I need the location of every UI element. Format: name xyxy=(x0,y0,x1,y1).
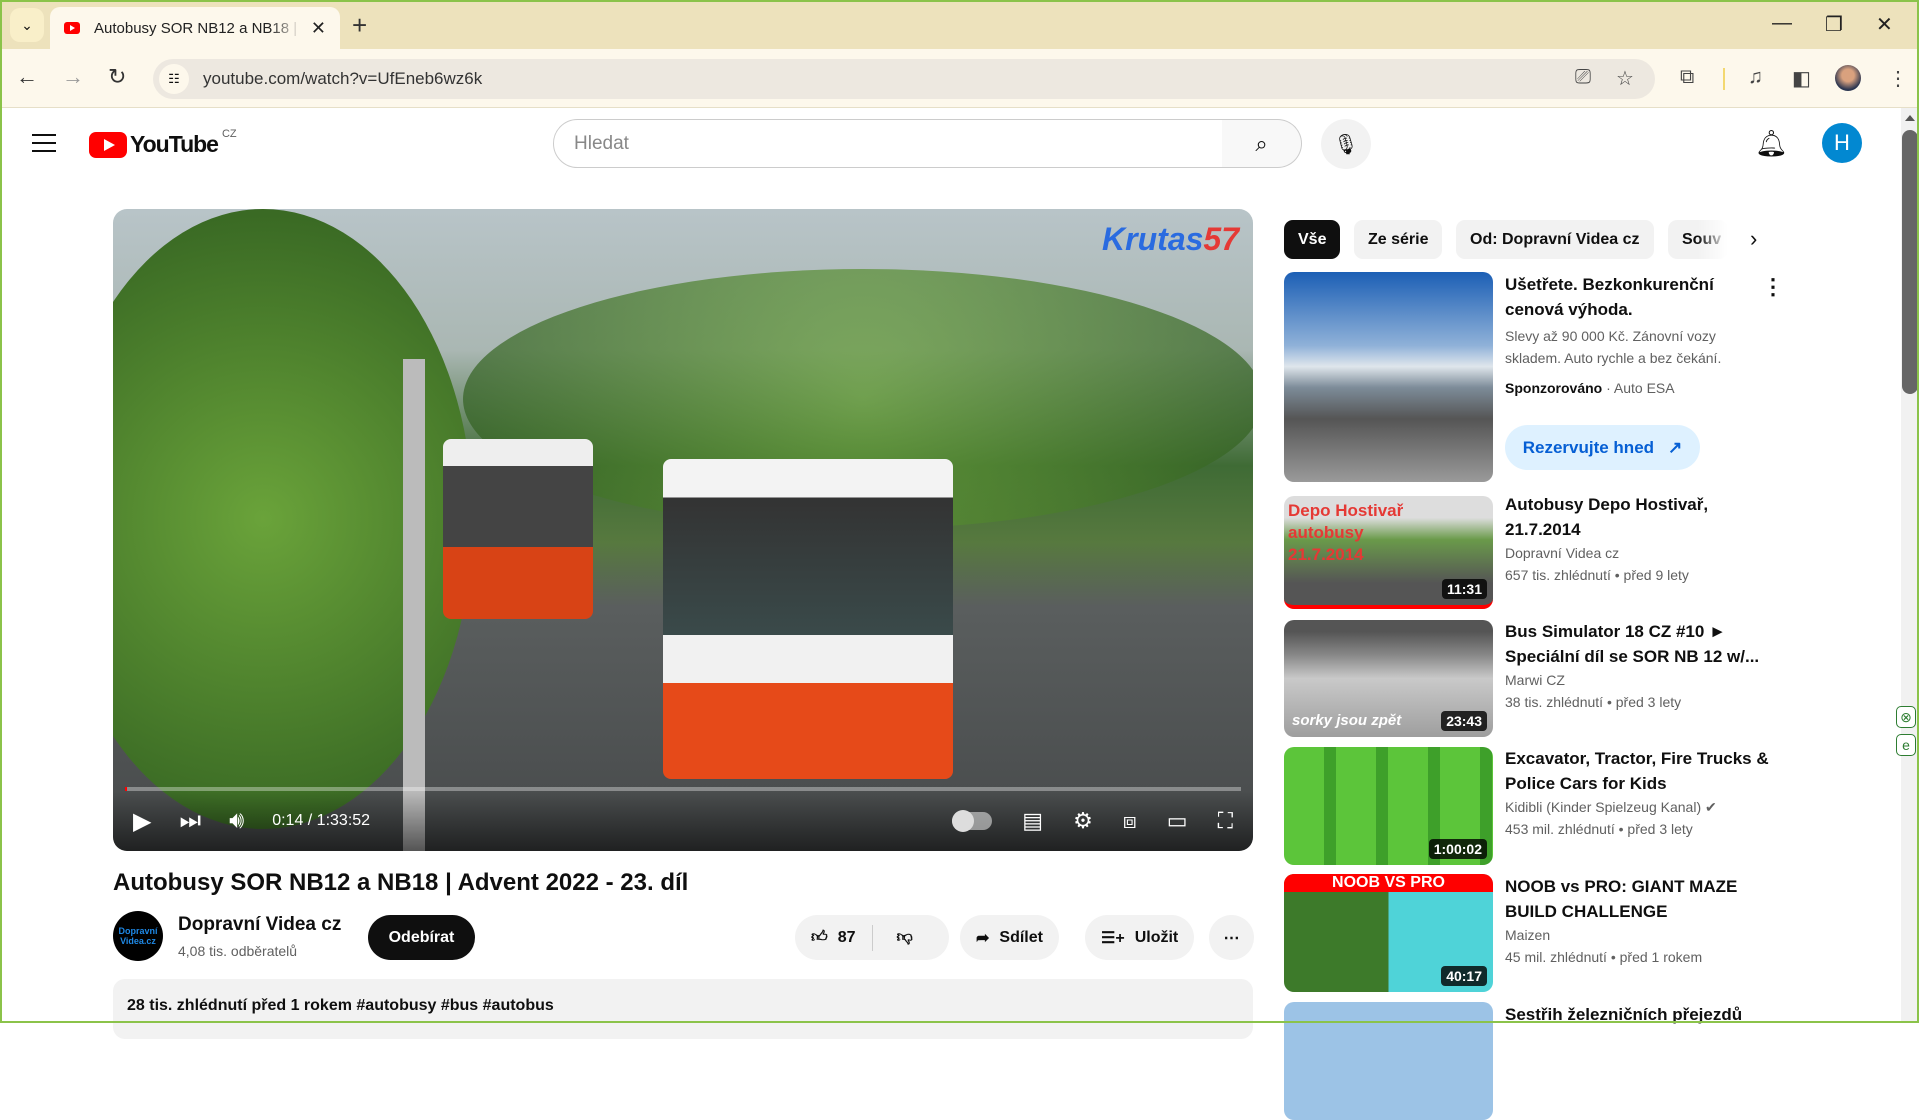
youtube-play-icon xyxy=(89,131,127,158)
thumbs-up-icon: 👍︎ xyxy=(811,929,828,946)
save-button[interactable]: ☰+ Uložit xyxy=(1085,915,1195,960)
chip-series[interactable]: Ze série xyxy=(1354,220,1443,259)
close-tab-icon[interactable]: ✕ xyxy=(311,18,326,39)
ad-thumbnail[interactable] xyxy=(1284,272,1493,482)
recommendation-thumbnail[interactable]: 1:00:02 xyxy=(1284,747,1493,865)
reload-icon[interactable]: ↻ xyxy=(108,64,126,90)
side-panel-icon[interactable]: ◧ xyxy=(1792,66,1811,91)
forward-icon[interactable]: → xyxy=(62,64,84,90)
playlist-add-icon: ☰+ xyxy=(1101,929,1125,947)
player-controls: ▶ ⏭ 🔊︎ 0:14 / 1:33:52 ▤ ⚙ ⧈ ▭ ⛶ xyxy=(113,791,1253,851)
external-link-icon: ↗ xyxy=(1668,437,1683,457)
chip-related[interactable]: Souv xyxy=(1668,220,1728,259)
page-scrollbar[interactable] xyxy=(1901,108,1919,1023)
recommendation-thumbnail[interactable]: NOOB VS PRO 40:17 xyxy=(1284,874,1493,992)
fullscreen-icon[interactable]: ⛶ xyxy=(1218,808,1233,834)
share-button[interactable]: ➦ Sdílet xyxy=(960,915,1059,960)
site-info-icon[interactable]: ☷ xyxy=(159,64,189,94)
tab-search-button[interactable]: ⌄ xyxy=(10,8,44,42)
autoplay-toggle[interactable] xyxy=(952,810,993,832)
description-box[interactable]: 28 tis. zhlédnutí před 1 rokem #autobusy… xyxy=(113,979,1253,1039)
notifications-bell-icon[interactable]: 🔔︎ xyxy=(1755,128,1788,159)
ad-menu-icon[interactable]: ⋮ xyxy=(1762,274,1784,300)
scene-pole xyxy=(403,359,425,851)
like-dislike-group: 👍︎ 87 👎︎ xyxy=(795,915,949,960)
browser-profile-avatar[interactable] xyxy=(1835,65,1861,91)
search-icon: ⌕ xyxy=(1255,130,1268,156)
chip-all[interactable]: Vše xyxy=(1284,220,1341,259)
recommendation-thumbnail[interactable]: Depo Hostivař autobusy 21.7.2014 11:31 xyxy=(1284,496,1493,609)
new-tab-button[interactable]: + xyxy=(352,10,367,41)
channel-name[interactable]: Dopravní Videa cz xyxy=(178,914,341,936)
recommendation-thumbnail[interactable]: sorky jsou zpět 23:43 xyxy=(1284,620,1493,737)
ad-cta-button[interactable]: Rezervujte hned ↗ xyxy=(1505,425,1700,470)
scene-bus-back xyxy=(443,439,593,619)
theater-mode-icon[interactable]: ▭ xyxy=(1167,808,1188,834)
tab-title: Autobusy SOR NB12 a NB18 | Advent 2022 -… xyxy=(94,19,301,37)
subtitles-icon[interactable]: ▤ xyxy=(1022,808,1043,834)
extension-close-icon[interactable]: ⊗ xyxy=(1896,706,1916,728)
chip-from-channel[interactable]: Od: Dopravní Videa cz xyxy=(1456,220,1654,259)
recommendation-item[interactable]: Excavator, Tractor, Fire Trucks & Police… xyxy=(1505,746,1775,840)
minimize-icon[interactable]: — xyxy=(1772,12,1792,35)
dislike-button[interactable]: 👎︎ xyxy=(883,928,927,947)
restore-icon[interactable]: ❐ xyxy=(1825,12,1843,37)
recommendation-thumbnail[interactable] xyxy=(1284,1002,1493,1120)
thumbs-down-icon: 👎︎ xyxy=(896,929,913,946)
subscribe-button[interactable]: Odebírat xyxy=(368,915,475,960)
youtube-logo[interactable]: YouTube CZ xyxy=(89,128,237,158)
media-control-icon[interactable]: ♫ xyxy=(1748,66,1763,89)
settings-gear-icon[interactable]: ⚙ xyxy=(1073,808,1093,834)
extension-e-icon[interactable]: e xyxy=(1896,734,1916,756)
extensions-icon[interactable]: ⧉ xyxy=(1680,66,1694,89)
channel-avatar[interactable]: Dopravní Videa.cz xyxy=(113,911,163,961)
account-avatar[interactable]: H xyxy=(1822,123,1862,163)
chips-next-icon[interactable]: › xyxy=(1750,226,1757,252)
more-actions-button[interactable]: ⋯ xyxy=(1209,915,1254,960)
recommendation-item[interactable]: Bus Simulator 18 CZ #10 ► Speciální díl … xyxy=(1505,619,1775,713)
microphone-icon: 🎙 xyxy=(1333,133,1359,156)
play-icon[interactable]: ▶ xyxy=(133,807,151,836)
back-icon[interactable]: ← xyxy=(16,64,38,90)
verified-icon: ✔ xyxy=(1705,799,1717,815)
scene-bus-front xyxy=(663,459,953,779)
bookmark-star-icon[interactable]: ☆ xyxy=(1616,66,1634,91)
url-text[interactable]: youtube.com/watch?v=UfEneb6wz6k xyxy=(203,69,482,89)
toolbar-divider xyxy=(1723,68,1725,90)
subscriber-count: 4,08 tis. odběratelů xyxy=(178,943,298,959)
recommendation-item[interactable]: Autobusy Depo Hostivař, 21.7.2014 Doprav… xyxy=(1505,492,1775,586)
share-icon: ➦ xyxy=(976,929,990,947)
install-app-icon[interactable]: ⎚ xyxy=(1575,66,1591,89)
video-player[interactable]: Krutas57 ▶ ⏭ 🔊︎ 0:14 / 1:33:52 ▤ ⚙ ⧈ ▭ ⛶ xyxy=(113,209,1253,851)
voice-search-button[interactable]: 🎙 xyxy=(1321,119,1371,169)
next-icon[interactable]: ⏭ xyxy=(179,807,201,835)
address-bar[interactable]: ☷ youtube.com/watch?v=UfEneb6wz6k xyxy=(153,59,1655,99)
youtube-favicon-icon xyxy=(64,22,80,34)
ad-info: Ušetřete. Bezkonkurenční cenová výhoda. … xyxy=(1505,275,1722,396)
search-button[interactable]: ⌕ xyxy=(1222,119,1302,168)
menu-icon[interactable] xyxy=(32,134,56,152)
like-button[interactable]: 👍︎ 87 xyxy=(795,924,873,951)
recommendation-item[interactable]: NOOB vs PRO: GIANT MAZE BUILD CHALLENGE … xyxy=(1505,874,1775,968)
time-display: 0:14 / 1:33:52 xyxy=(272,812,371,829)
video-title: Autobusy SOR NB12 a NB18 | Advent 2022 -… xyxy=(113,869,689,896)
recommendation-item[interactable]: Sestřih železničních přejezdů xyxy=(1505,1002,1775,1027)
volume-icon[interactable]: 🔊︎ xyxy=(229,807,244,835)
close-window-icon[interactable]: ✕ xyxy=(1876,12,1893,37)
miniplayer-icon[interactable]: ⧈ xyxy=(1123,808,1137,834)
browser-tab[interactable]: Autobusy SOR NB12 a NB18 | Advent 2022 -… xyxy=(50,7,340,49)
browser-menu-icon[interactable]: ⋮ xyxy=(1888,66,1908,91)
channel-watermark: Krutas57 xyxy=(1102,221,1239,257)
search-input[interactable]: Hledat xyxy=(553,119,1223,168)
